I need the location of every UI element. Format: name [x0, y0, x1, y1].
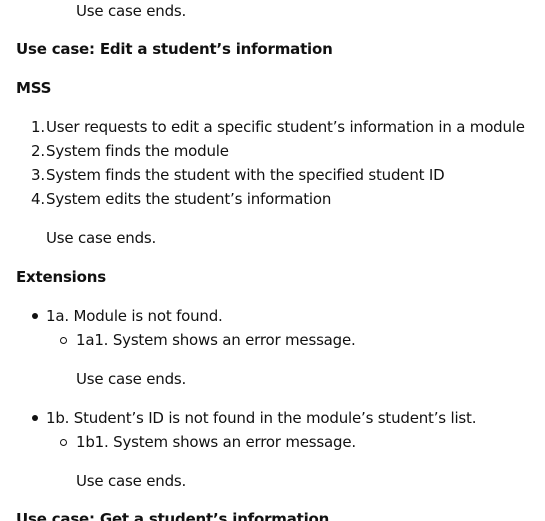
extension-sub-text: 1b1. System shows an error message. — [76, 433, 356, 451]
bullet-disc-icon — [32, 415, 38, 421]
bullet-circle-icon — [60, 439, 67, 446]
use-case-ends-text: Use case ends. — [76, 370, 187, 388]
next-use-case-heading: Use case: Get a student’s information — [16, 510, 330, 521]
step-number: 4. — [31, 190, 45, 208]
use-case-ends-text: Use case ends. — [46, 229, 157, 247]
document-view: Use case ends. Use case: Edit a student’… — [0, 0, 545, 521]
step-text: System finds the module — [46, 142, 229, 160]
use-case-ends-text: Use case ends. — [76, 472, 187, 490]
use-case-ends-text: Use case ends. — [76, 2, 187, 20]
bullet-disc-icon — [32, 313, 38, 319]
step-text: System finds the student with the specif… — [46, 166, 445, 184]
step-text: User requests to edit a specific student… — [46, 118, 525, 136]
extension-text: 1b. Student’s ID is not found in the mod… — [46, 409, 477, 427]
mss-heading: MSS — [16, 79, 52, 97]
step-number: 3. — [31, 166, 45, 184]
step-number: 1. — [31, 118, 45, 136]
bullet-circle-icon — [60, 337, 67, 344]
extension-text: 1a. Module is not found. — [46, 307, 223, 325]
step-text: System edits the student’s information — [46, 190, 332, 208]
extension-sub-text: 1a1. System shows an error message. — [76, 331, 356, 349]
use-case-heading: Use case: Edit a student’s information — [16, 40, 333, 58]
step-number: 2. — [31, 142, 45, 160]
extensions-heading: Extensions — [16, 268, 106, 286]
